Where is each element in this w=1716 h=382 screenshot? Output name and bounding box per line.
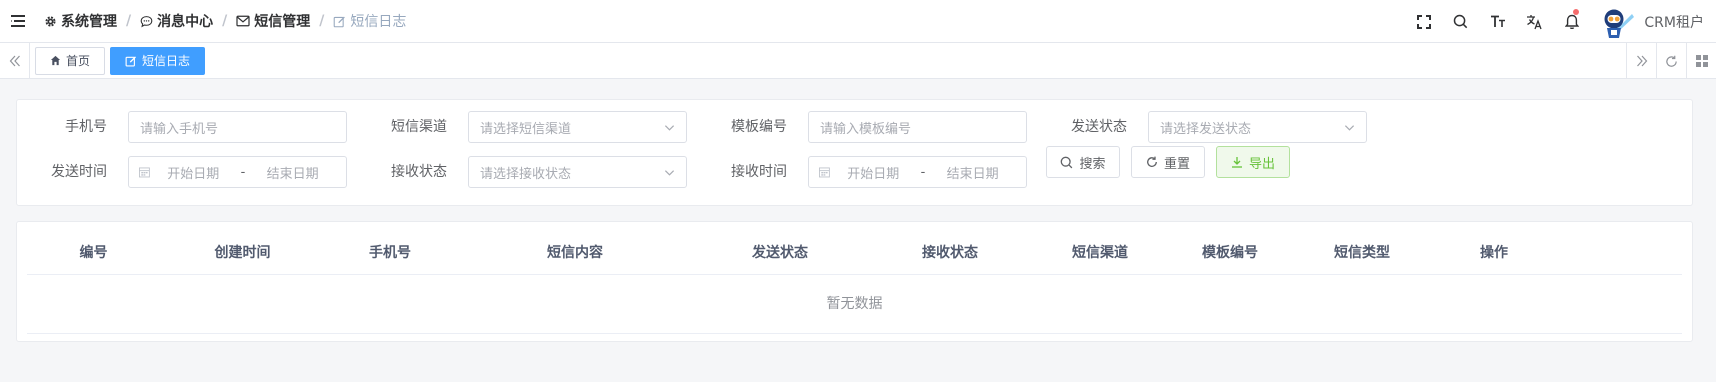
avatar: [1598, 2, 1637, 41]
reset-button-label: 重置: [1163, 156, 1190, 172]
breadcrumb-separator: /: [126, 13, 132, 29]
tags-view-actions: [1626, 43, 1716, 79]
send-time-range[interactable]: 开始日期 - 结束日期: [128, 156, 347, 188]
send-status-label: 发送状态: [1071, 119, 1127, 135]
column-header-sms-type: 短信类型: [1334, 245, 1390, 261]
template-label: 模板编号: [731, 119, 787, 135]
breadcrumb-item-sms-management[interactable]: 短信管理: [236, 11, 310, 31]
edit-icon: [334, 16, 346, 27]
send-time-end[interactable]: 结束日期: [249, 163, 336, 182]
search-icon: [1061, 156, 1073, 168]
send-status-select[interactable]: 请选择发送状态: [1148, 111, 1367, 143]
receive-time-end[interactable]: 结束日期: [929, 163, 1016, 182]
breadcrumb-item-message-center[interactable]: 消息中心: [140, 11, 213, 31]
refresh-icon: [1147, 156, 1157, 167]
tags-view: 首页 短信日志: [0, 42, 1716, 79]
scroll-right-icon[interactable]: [1626, 43, 1656, 79]
mobile-placeholder: 请输入手机号: [140, 121, 219, 137]
user-dropdown[interactable]: CRM租户: [1598, 2, 1704, 41]
navbar-right-menu: CRM租户: [1405, 0, 1716, 43]
breadcrumb-item-system[interactable]: 系统管理: [44, 11, 117, 31]
tab-sms-log[interactable]: 短信日志: [110, 46, 206, 75]
receive-time-label: 接收时间: [731, 164, 787, 180]
receive-time-start[interactable]: 开始日期: [830, 163, 917, 182]
breadcrumb-label: 系统管理: [61, 14, 117, 30]
edit-icon: [125, 55, 136, 66]
grid-menu-icon[interactable]: [1686, 43, 1716, 79]
column-header-mobile: 手机号: [369, 245, 411, 261]
search-button[interactable]: 搜索: [1046, 146, 1120, 178]
tab-label: 首页: [66, 54, 91, 68]
calendar-icon: [139, 167, 150, 178]
column-header-content: 短信内容: [547, 245, 603, 261]
channel-label: 短信渠道: [391, 119, 447, 135]
refresh-icon[interactable]: [1656, 43, 1686, 79]
envelope-icon: [236, 15, 250, 27]
sms-log-table: 编号 创建时间 手机号 短信内容 发送状态 接收状态 短信渠道 模板编号 短信类…: [16, 221, 1693, 342]
breadcrumb-label: 短信管理: [254, 14, 311, 30]
range-separator: -: [240, 164, 246, 180]
export-button-label: 导出: [1248, 156, 1275, 172]
column-header-actions: 操作: [1480, 245, 1508, 261]
font-size-icon[interactable]: [1479, 0, 1516, 43]
translate-icon[interactable]: [1516, 0, 1553, 43]
fullscreen-icon[interactable]: [1405, 0, 1442, 43]
bell-icon[interactable]: [1553, 0, 1590, 43]
breadcrumb-item-sms-log: 短信日志: [333, 11, 406, 31]
template-placeholder: 请输入模板编号: [820, 121, 912, 137]
search-form: 手机号 请输入手机号 短信渠道 请选择短信渠道 模板编号 请输入模板编号 发送状…: [16, 99, 1693, 206]
navbar: 系统管理 / 消息中心 / 短信管理 / 短信日志 CRM租户: [0, 0, 1716, 43]
column-header-channel: 短信渠道: [1072, 245, 1128, 261]
breadcrumb-separator: /: [222, 13, 228, 29]
breadcrumb-label: 消息中心: [157, 14, 214, 30]
column-header-id: 编号: [79, 245, 108, 261]
calendar-icon: [819, 167, 830, 178]
search-icon[interactable]: [1442, 0, 1479, 43]
chat-bubble-icon: [140, 15, 153, 27]
receive-status-placeholder: 请选择接收状态: [480, 166, 572, 182]
export-button[interactable]: 导出: [1216, 146, 1290, 178]
template-input[interactable]: 请输入模板编号: [808, 111, 1027, 143]
receive-time-range[interactable]: 开始日期 - 结束日期: [808, 156, 1027, 188]
column-header-receive-status: 接收状态: [922, 245, 978, 261]
receive-status-label: 接收状态: [391, 164, 447, 180]
breadcrumb-separator: /: [319, 13, 325, 29]
breadcrumb: 系统管理 / 消息中心 / 短信管理 / 短信日志: [44, 11, 406, 31]
channel-placeholder: 请选择短信渠道: [480, 121, 572, 137]
tab-home[interactable]: 首页: [35, 46, 106, 75]
chevron-down-icon: [664, 170, 675, 176]
send-time-label: 发送时间: [51, 164, 107, 180]
table-header: 编号 创建时间 手机号 短信内容 发送状态 接收状态 短信渠道 模板编号 短信类…: [27, 231, 1682, 275]
send-time-start[interactable]: 开始日期: [150, 163, 237, 182]
search-button-label: 搜索: [1079, 156, 1106, 172]
column-header-send-status: 发送状态: [752, 245, 808, 261]
receive-status-select[interactable]: 请选择接收状态: [468, 156, 687, 188]
send-status-placeholder: 请选择发送状态: [1160, 121, 1252, 137]
tab-label: 短信日志: [142, 54, 191, 68]
table-empty-text: 暂无数据: [27, 275, 1682, 334]
gear-icon: [45, 15, 56, 27]
column-header-template-code: 模板编号: [1202, 245, 1258, 261]
chevron-down-icon: [1344, 125, 1355, 131]
home-icon: [50, 55, 61, 66]
user-name: CRM租户: [1644, 14, 1704, 31]
hamburger-menu-icon[interactable]: [0, 0, 36, 43]
column-header-create-time: 创建时间: [214, 245, 271, 261]
download-icon: [1231, 157, 1242, 168]
mobile-input[interactable]: 请输入手机号: [128, 111, 347, 143]
breadcrumb-label: 短信日志: [350, 14, 407, 30]
channel-select[interactable]: 请选择短信渠道: [468, 111, 687, 143]
scroll-left-icon[interactable]: [0, 42, 30, 79]
range-separator: -: [920, 164, 926, 180]
chevron-down-icon: [664, 125, 675, 131]
mobile-label: 手机号: [65, 119, 107, 135]
reset-button[interactable]: 重置: [1131, 146, 1205, 178]
